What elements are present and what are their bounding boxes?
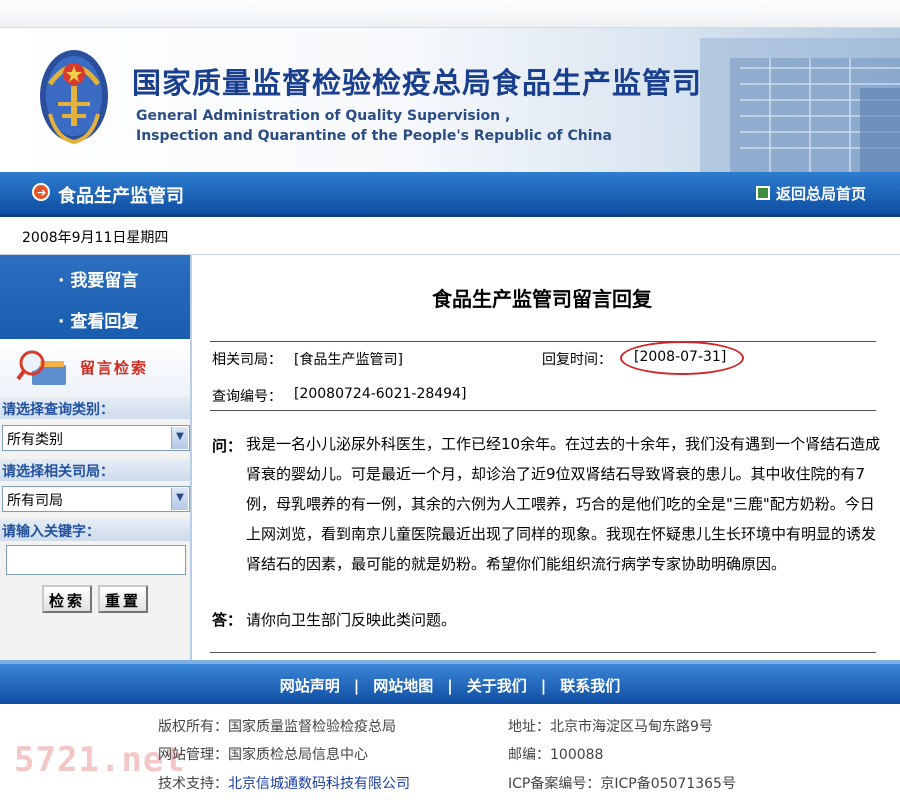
search-button[interactable]: 检索 [42, 585, 92, 613]
footer-separator: | [540, 677, 547, 695]
divider [210, 341, 876, 342]
search-title: 留言检索 [80, 359, 149, 377]
footer-link-statement[interactable]: 网站声明 [276, 675, 344, 696]
keyword-label: 请输入关键字： [0, 519, 190, 541]
top-strip [0, 0, 900, 28]
dept-field-label: 相关司局： [212, 352, 282, 368]
divider [210, 652, 876, 653]
sidebar-menu: · 我要留言 · 查看回复 [0, 255, 190, 339]
sidebar-item-view-replies[interactable]: · 查看回复 [58, 307, 138, 332]
national-emblem-icon [40, 50, 108, 145]
current-date: 2008年9月11日星期四 [22, 230, 169, 246]
home-square-icon [756, 186, 770, 200]
building-graphic [700, 38, 900, 172]
chevron-down-icon[interactable]: ▼ [171, 488, 188, 510]
postcode-text: 邮编：100088 [508, 747, 604, 763]
footer-link-sitemap[interactable]: 网站地图 [369, 675, 437, 696]
footer: 5721.net 版权所有：国家质量监督检验检疫总局 网站管理：国家质检总局信息… [0, 704, 900, 800]
date-row: 2008年9月11日星期四 [0, 217, 900, 255]
site-subtitle-line2: Inspection and Quarantine of the People'… [136, 128, 612, 144]
magnifier-search-icon [16, 350, 66, 385]
address-text: 地址：北京市海淀区马甸东路9号 [508, 719, 713, 735]
nav-bar: ➔ 食品生产监管司 返回总局首页 [0, 172, 900, 214]
footer-links: 网站声明 | 网站地图 | 关于我们 | 联系我们 [0, 675, 900, 696]
query-number-label: 查询编号： [212, 389, 282, 405]
header-banner: 国家质量监督检验检疫总局食品生产监管司 General Administrati… [0, 28, 900, 172]
page-title: 食品生产监管司留言回复 [432, 287, 652, 311]
message-panel: 食品生产监管司留言回复 相关司局： [食品生产监管司] 回复时间： [2008-… [196, 255, 900, 660]
question-text: 我是一名小儿泌尿外科医生，工作已经10余年。在过去的十余年，我们没有遇到一个肾结… [246, 435, 881, 573]
query-number-value: [20080724-6021-28494] [294, 386, 467, 402]
site-admin-text: 网站管理：国家质检总局信息中心 [158, 747, 368, 763]
section-title: 食品生产监管司 [58, 186, 184, 207]
tech-support-label: 技术支持： [158, 776, 228, 792]
tech-support-link[interactable]: 北京信城通数码科技有限公司 [228, 776, 410, 792]
footer-separator: | [447, 677, 453, 695]
tech-support: 技术支持：北京信城通数码科技有限公司 [158, 773, 410, 793]
sidebar: · 我要留言 · 查看回复 留言检索 请选择查询类别： 所有类别 ▼ 请选择相关… [0, 255, 192, 660]
answer-text: 请你向卫生部门反映此类问题。 [246, 611, 457, 629]
footer-nav-bar: 网站声明 | 网站地图 | 关于我们 | 联系我们 [0, 660, 900, 704]
category-select[interactable]: 所有类别 ▼ [2, 425, 190, 451]
site-subtitle-line1: General Administration of Quality Superv… [136, 108, 511, 124]
dept-field-value: [食品生产监管司] [294, 352, 403, 368]
dept-label: 请选择相关司局： [0, 459, 190, 481]
reply-time-label: 回复时间： [542, 352, 612, 368]
divider [210, 410, 876, 411]
category-select-value: 所有类别 [7, 432, 63, 448]
question-label: 问： [212, 437, 243, 455]
reset-button[interactable]: 重置 [98, 585, 148, 613]
category-label: 请选择查询类别： [0, 397, 190, 419]
footer-link-about[interactable]: 关于我们 [463, 675, 531, 696]
site-title: 国家质量监督检验检疫总局食品生产监管司 [132, 66, 703, 100]
dept-select-value: 所有司局 [7, 493, 63, 509]
footer-link-contact[interactable]: 联系我们 [556, 675, 624, 696]
footer-separator: | [353, 677, 360, 695]
answer-label: 答： [212, 611, 243, 629]
return-home-link[interactable]: 返回总局首页 [776, 183, 866, 204]
arrow-right-icon: ➔ [32, 183, 50, 201]
dept-select[interactable]: 所有司局 ▼ [2, 486, 190, 512]
sidebar-item-leave-message[interactable]: · 我要留言 [58, 266, 138, 291]
chevron-down-icon[interactable]: ▼ [171, 427, 188, 449]
red-circle-highlight [620, 341, 744, 375]
copyright-text: 版权所有：国家质量监督检验检疫总局 [158, 719, 396, 735]
icp-text: ICP备案编号：京ICP备05071365号 [508, 776, 736, 792]
search-header: 留言检索 [0, 339, 190, 395]
keyword-input[interactable] [6, 545, 186, 575]
